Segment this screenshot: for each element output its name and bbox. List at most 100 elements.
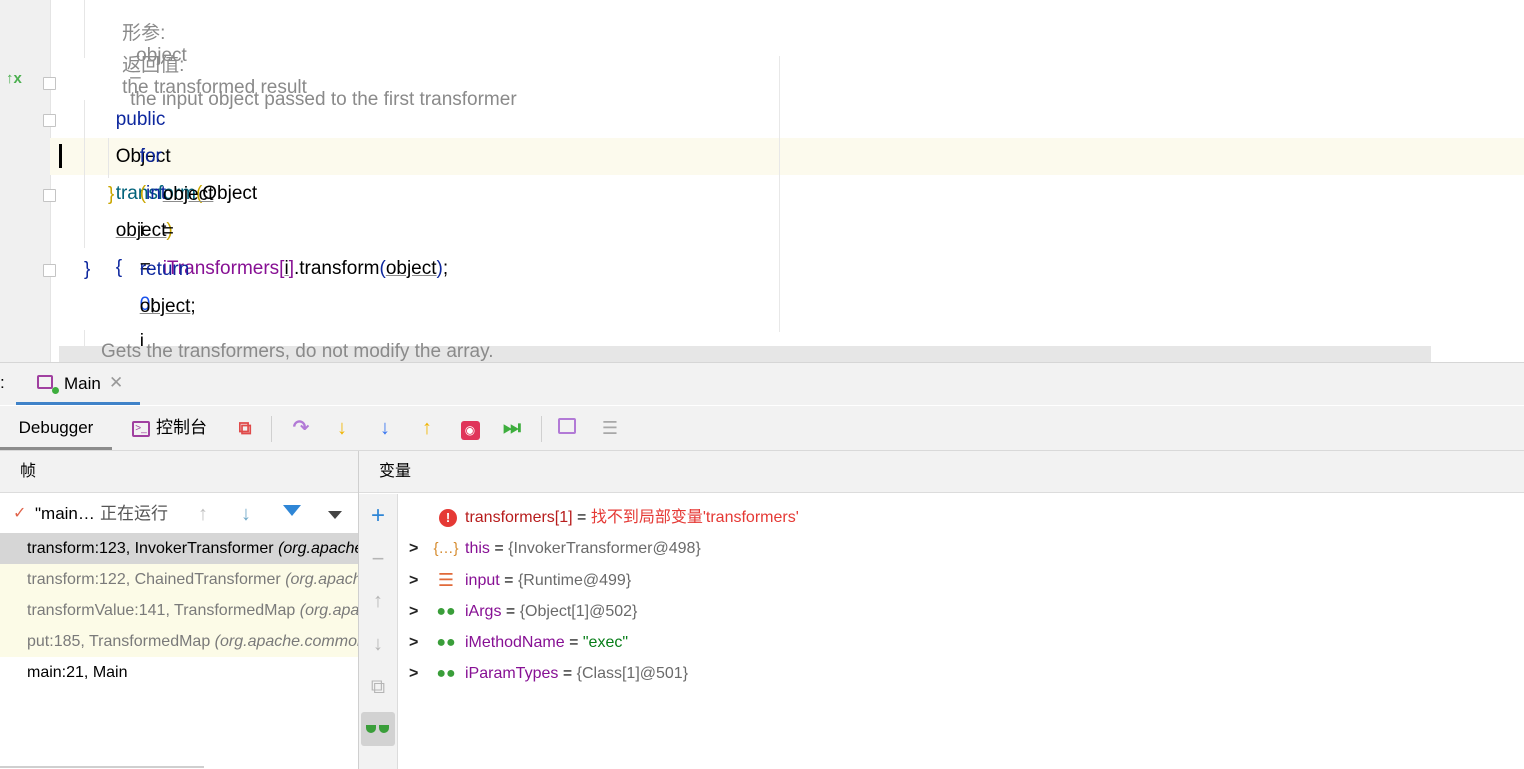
frame-method: main:21, Main <box>27 664 128 681</box>
check-icon: ✓ <box>13 505 27 522</box>
variable-name: transformers[1] <box>465 509 573 526</box>
variable-name: iParamTypes <box>465 665 559 682</box>
code-line-method-signature[interactable]: public Object transform(Object object) { <box>0 64 1524 278</box>
filter-icon[interactable] <box>283 505 301 516</box>
frame-method: transform:122, ChainedTransformer <box>27 571 281 588</box>
tab-console[interactable]: >_ 控制台 <box>132 406 207 450</box>
frame-package: (org.apache.commons.collections.functors… <box>285 571 358 588</box>
watch-glasses-icon: ●● <box>436 634 456 651</box>
remove-watch-icon[interactable]: − <box>366 547 390 571</box>
tab-main[interactable]: Main ✕ <box>16 363 140 405</box>
tab-main-label: Main <box>64 374 101 393</box>
variable-name: iArgs <box>465 603 502 620</box>
trace-list-icon[interactable]: ☰ <box>598 416 622 440</box>
frame-row[interactable]: put:185, TransformedMap (org.apache.comm… <box>0 626 358 657</box>
brace: } <box>108 184 115 205</box>
frames-header: 帧 <box>0 451 358 493</box>
variable-value: {InvokerTransformer@498} <box>508 540 701 557</box>
toolbar-separator <box>541 416 542 442</box>
tab-console-label: 控制台 <box>156 418 207 437</box>
tab-debugger-label: Debugger <box>18 418 94 437</box>
code-line-close-method[interactable]: } <box>0 251 1524 288</box>
code-line-return[interactable]: return object; <box>0 214 1524 317</box>
variable-equals: = <box>504 572 514 589</box>
layout-settings-icon[interactable]: ⧉ <box>233 416 257 440</box>
chevron-right-icon[interactable]: > <box>409 565 418 596</box>
doc-next-method: Gets the transformers, do not modify the… <box>101 341 494 362</box>
code-line-for-loop[interactable]: for (int i = 0; i < iTransformers.length… <box>0 101 1524 352</box>
brace: } <box>84 259 91 280</box>
debugger-toolbar: Debugger >_ 控制台 ⧉ ↷ ↓ ↓ ↑ ◉ ⏭ ☰ <box>0 406 1524 451</box>
variable-equals: = <box>577 509 587 526</box>
frame-row[interactable]: transform:122, ChainedTransformer (org.a… <box>0 564 358 595</box>
code-line-close-loop[interactable]: } <box>0 176 1524 213</box>
force-step-into-icon[interactable]: ↓ <box>373 416 397 440</box>
frame-row-selected[interactable]: transform:123, InvokerTransformer (org.a… <box>0 533 358 564</box>
chevron-right-icon[interactable]: > <box>409 627 418 658</box>
code-line-current-execution[interactable]: object = iTransformers[i].transform(obje… <box>0 139 1524 279</box>
frame-up-icon[interactable]: ↑ <box>198 494 208 534</box>
variable-equals: = <box>505 603 516 620</box>
variable-value: "exec" <box>582 634 629 651</box>
show-watches-toggle[interactable] <box>361 712 395 746</box>
app-window-icon <box>37 375 53 389</box>
drop-frame-icon[interactable]: ◉ <box>458 416 482 440</box>
evaluate-expression-icon[interactable] <box>555 416 579 440</box>
frame-package: (org.apache.commons.collections.functors… <box>278 540 358 557</box>
frame-row[interactable]: main:21, Main <box>0 657 358 688</box>
variable-error-message: 找不到局部变量'transformers' <box>590 509 799 526</box>
variables-side-toolbar: + − ↑ ↓ ⧉ <box>359 494 398 769</box>
step-over-icon[interactable]: ↷ <box>289 416 313 440</box>
error-icon: ! <box>435 502 461 533</box>
chevron-right-icon[interactable]: > <box>409 658 418 689</box>
variable-value: {Runtime@499} <box>517 572 632 589</box>
variable-name: input <box>465 572 500 589</box>
frames-panel: 帧 ✓ "main… 正在运行 ↑ ↓ transform:123, Invok… <box>0 451 359 769</box>
doc-guide-line <box>84 0 85 58</box>
frame-down-icon[interactable]: ↓ <box>241 494 251 534</box>
move-watch-down-icon[interactable]: ↓ <box>366 632 390 656</box>
variable-equals: = <box>562 665 573 682</box>
move-watch-up-icon[interactable]: ↑ <box>366 589 390 613</box>
frame-method: transformValue:141, TransformedMap <box>27 602 296 619</box>
frame-package: (org.apache.commons.collections.map) <box>214 633 358 650</box>
tab-debugger[interactable]: Debugger <box>0 406 112 450</box>
step-out-icon[interactable]: ↑ <box>415 416 439 440</box>
toolbar-separator <box>271 416 272 442</box>
frame-method: transform:123, InvokerTransformer <box>27 540 274 557</box>
close-icon[interactable]: ✕ <box>109 373 123 393</box>
tool-window-title-colon: : <box>0 373 5 392</box>
variable-name: this <box>465 540 490 557</box>
frame-package: (org.apache.commons.collections.map) <box>299 602 358 619</box>
watch-glasses-icon: ●● <box>436 603 456 620</box>
add-watch-icon[interactable]: + <box>366 504 390 528</box>
glasses-icon <box>366 725 376 733</box>
thread-selector[interactable]: ✓ "main… 正在运行 ↑ ↓ <box>0 494 358 534</box>
frame-row[interactable]: transformValue:141, TransformedMap (org.… <box>0 595 358 626</box>
variable-value: {Class[1]@501} <box>576 665 689 682</box>
running-dot-icon <box>52 387 59 394</box>
variable-equals: = <box>494 540 504 557</box>
chevron-down-icon[interactable] <box>328 511 342 519</box>
object-icon: {…} <box>433 540 459 557</box>
thread-name: "main… <box>35 504 95 523</box>
variables-panel: 变量 + − ↑ ↓ ⧉ ! transformers[1] = 找不到局部变量… <box>359 451 1524 769</box>
code-editor[interactable]: 形参: object – the input object passed to … <box>0 0 1524 362</box>
run-to-cursor-icon[interactable]: ⏭ <box>500 416 524 440</box>
variables-header: 变量 <box>359 451 1524 493</box>
run-config-tabs: : Main ✕ <box>0 363 1524 405</box>
return-value[interactable]: object <box>140 296 191 317</box>
thread-status: 正在运行 <box>100 504 168 523</box>
frame-method: put:185, TransformedMap <box>27 633 211 650</box>
step-into-icon[interactable]: ↓ <box>330 416 354 440</box>
variable-value: {Object[1]@502} <box>519 603 638 620</box>
console-icon: >_ <box>132 420 150 437</box>
variable-name: iMethodName <box>465 634 565 651</box>
chevron-right-icon[interactable]: > <box>409 596 418 627</box>
duplicate-watch-icon[interactable]: ⧉ <box>366 675 390 699</box>
parameter-icon: ☰ <box>437 570 455 590</box>
debug-tool-window: : Main ✕ Debugger >_ 控制台 ⧉ ↷ ↓ ↓ ↑ ◉ ⏭ ☰ … <box>0 362 1524 769</box>
semicolon: ; <box>190 296 196 317</box>
chevron-right-icon[interactable]: > <box>409 533 418 564</box>
variable-equals: = <box>569 634 579 651</box>
